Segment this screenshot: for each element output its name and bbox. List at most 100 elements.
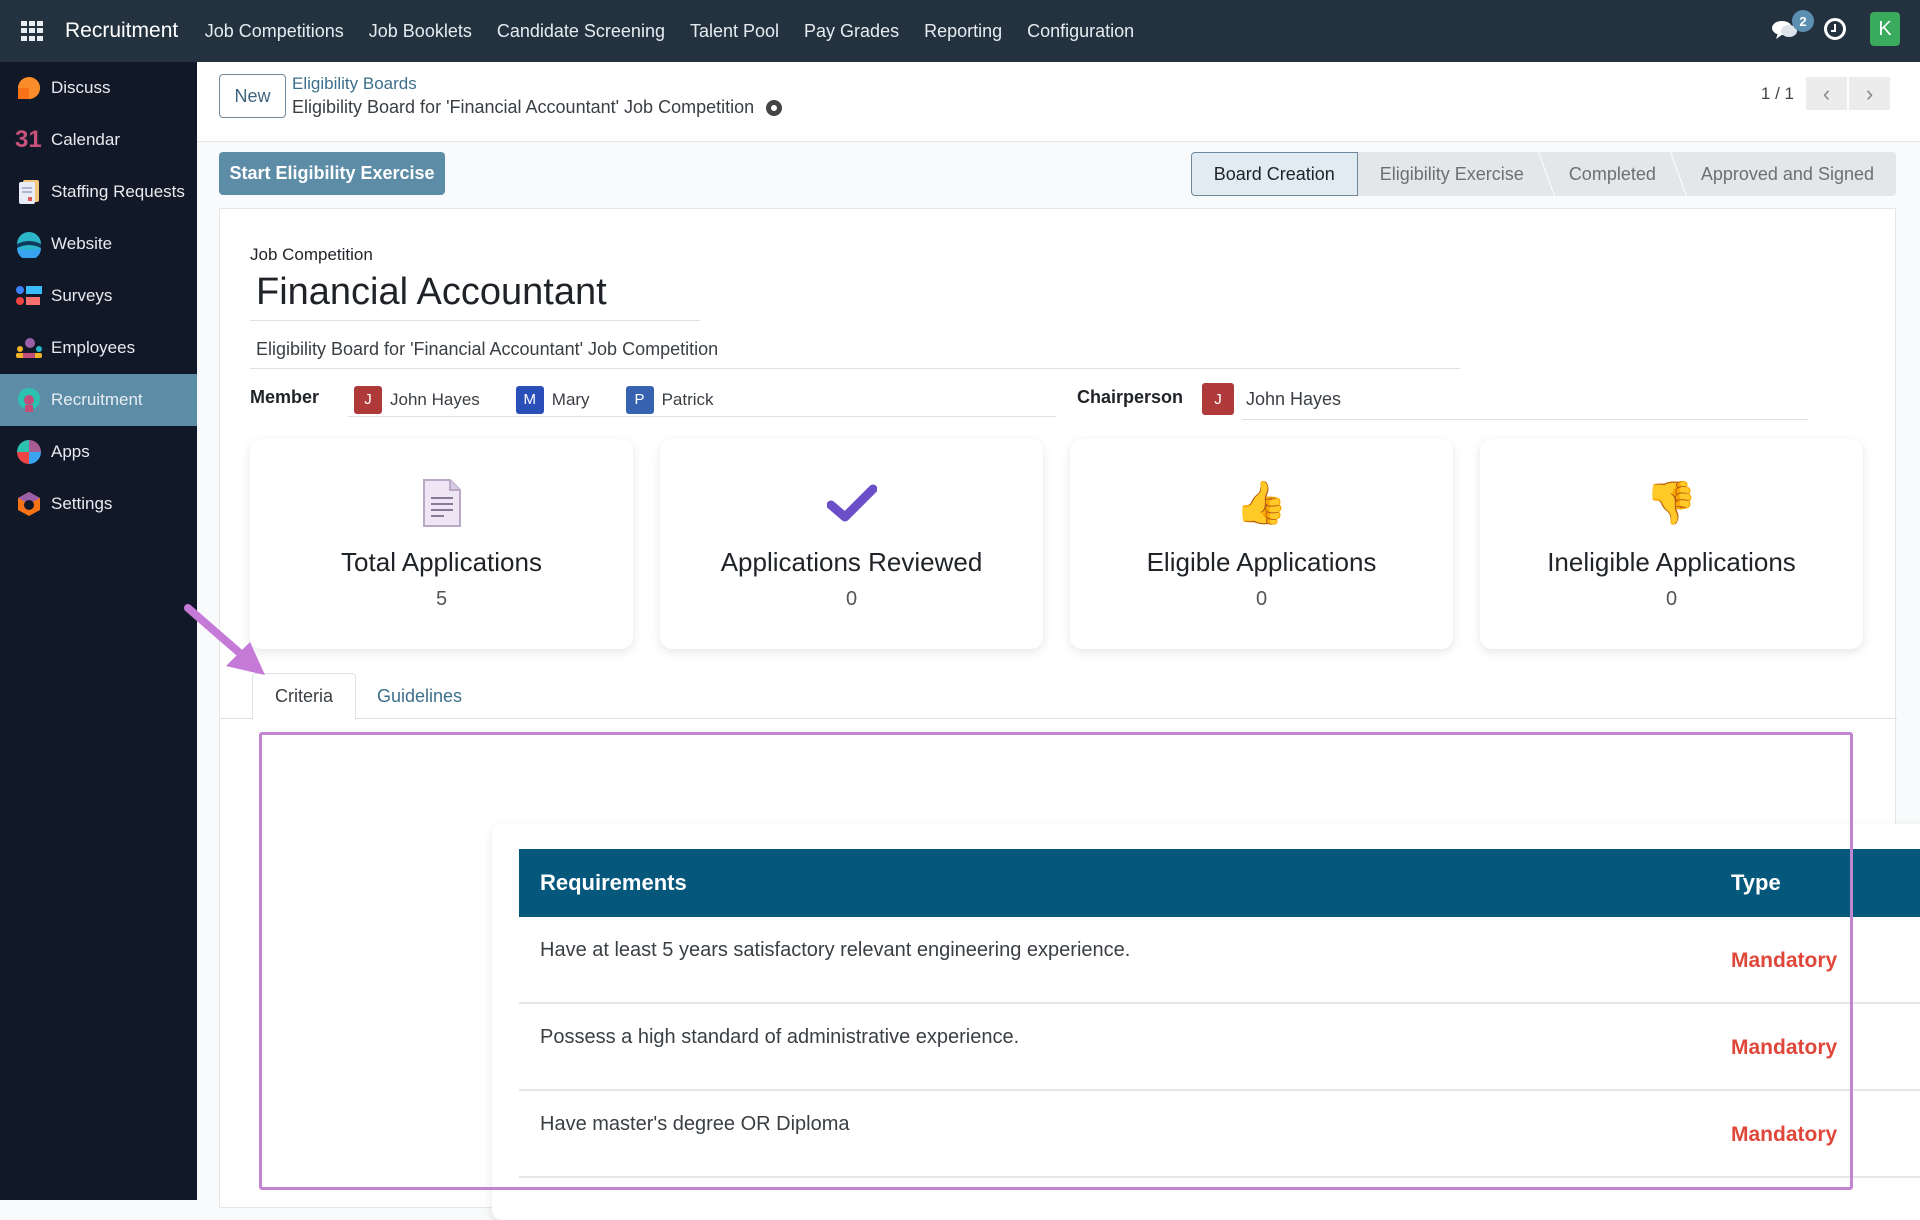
stat-value: 0 — [1255, 588, 1268, 610]
avatar: J — [1202, 383, 1234, 415]
thumbs-up-icon: 👍 — [1235, 478, 1288, 526]
nav-job-competitions[interactable]: Job Competitions — [205, 21, 344, 42]
settings-icon — [18, 492, 40, 516]
thumbs-down-icon: 👎 — [1645, 478, 1698, 526]
breadcrumb-current: Eligibility Board for 'Financial Account… — [292, 97, 783, 118]
table-row[interactable]: Have master's degree OR Diploma Mandator… — [519, 1091, 1920, 1178]
discuss-icon — [18, 77, 40, 99]
requirement-cell: Have at least 5 years satisfactory relev… — [540, 939, 1131, 961]
stat-label: Total Applications — [341, 547, 542, 577]
stat-card-ineligible[interactable]: 👎 Ineligible Applications 0 — [1480, 439, 1863, 649]
chairperson-field[interactable]: J John Hayes — [1202, 383, 1341, 415]
requirement-cell: Have master's degree OR Diploma — [540, 1113, 850, 1135]
stat-card-eligible[interactable]: 👍 Eligible Applications 0 — [1070, 439, 1453, 649]
sidebar-item-label: Staffing Requests — [51, 182, 185, 201]
column-header-type: Type — [1731, 870, 1781, 895]
activity-clock-icon[interactable] — [1824, 18, 1846, 40]
stat-value: 5 — [435, 588, 448, 610]
description-field[interactable]: Eligibility Board for 'Financial Account… — [250, 339, 1460, 369]
requirement-cell: Possess a high standard of administrativ… — [540, 1026, 1020, 1048]
type-cell: Mandatory — [1731, 1036, 1838, 1059]
nav-reporting[interactable]: Reporting — [924, 21, 1002, 42]
sidebar-item-label: Apps — [51, 442, 90, 461]
apps-icon — [17, 440, 41, 464]
document-icon — [416, 477, 468, 529]
avatar: M — [515, 385, 544, 414]
sidebar-item-label: Surveys — [51, 286, 113, 305]
job-competition-field[interactable]: Financial Accountant — [250, 271, 700, 321]
stat-label: Ineligible Applications — [1547, 547, 1796, 577]
sidebar-item-discuss[interactable]: Discuss — [0, 62, 197, 114]
pager-value[interactable]: 1 / 1 — [1761, 84, 1794, 104]
member-name: John Hayes — [390, 389, 480, 409]
breadcrumb-parent[interactable]: Eligibility Boards — [292, 74, 417, 94]
sidebar-item-staffing-requests[interactable]: Staffing Requests — [0, 166, 197, 218]
sidebar-item-label: Discuss — [51, 78, 111, 97]
member-tag[interactable]: M Mary — [515, 383, 590, 416]
stage-approved-and-signed[interactable]: Approved and Signed — [1679, 152, 1896, 196]
stage-board-creation[interactable]: Board Creation — [1190, 152, 1358, 196]
sidebar-item-apps[interactable]: Apps — [0, 426, 197, 478]
app-menu-icon[interactable] — [21, 21, 45, 41]
sidebar-item-label: Website — [51, 234, 113, 253]
calendar-icon: 31 — [15, 126, 42, 153]
tab-criteria[interactable]: Criteria — [252, 673, 357, 720]
nav-talent-pool[interactable]: Talent Pool — [690, 21, 779, 42]
surveys-icon — [16, 286, 42, 305]
chairperson-name: John Hayes — [1246, 388, 1342, 409]
member-tag[interactable]: J John Hayes — [354, 383, 480, 416]
pager-next-button[interactable]: › — [1849, 77, 1890, 110]
sidebar-item-label: Recruitment — [51, 390, 143, 409]
pager: 1 / 1 ‹ › — [1761, 77, 1890, 110]
recruitment-icon — [18, 388, 40, 412]
nav-configuration[interactable]: Configuration — [1027, 21, 1134, 42]
stat-card-total[interactable]: Total Applications 5 — [250, 439, 633, 649]
messages-count-badge: 2 — [1792, 10, 1814, 32]
sidebar-item-calendar[interactable]: 31 Calendar — [0, 114, 197, 166]
gear-icon[interactable] — [766, 99, 783, 116]
stage-completed[interactable]: Completed — [1547, 152, 1678, 196]
sidebar-item-label: Calendar — [51, 130, 120, 149]
tab-guidelines[interactable]: Guidelines — [355, 673, 484, 720]
member-name: Mary — [551, 389, 590, 409]
control-panel: New Eligibility Boards Eligibility Board… — [197, 62, 1920, 142]
nav-candidate-screening[interactable]: Candidate Screening — [497, 21, 665, 42]
employees-icon — [16, 338, 42, 358]
sidebar-item-employees[interactable]: Employees — [0, 322, 197, 374]
avatar: P — [625, 385, 654, 414]
pager-prev-button[interactable]: ‹ — [1806, 77, 1847, 110]
breadcrumb-current-label: Eligibility Board for 'Financial Account… — [292, 97, 755, 117]
sidebar-item-label: Settings — [51, 494, 113, 513]
sidebar: Discuss 31 Calendar Staffing Requests We… — [0, 62, 197, 1200]
sidebar-item-surveys[interactable]: Surveys — [0, 270, 197, 322]
chevron-right-icon: › — [1865, 80, 1874, 106]
app-brand[interactable]: Recruitment — [65, 19, 178, 43]
stat-label: Eligible Applications — [1146, 547, 1377, 577]
criteria-table-header: Requirements Type — [519, 849, 1920, 917]
sidebar-item-settings[interactable]: Settings — [0, 478, 197, 530]
avatar: J — [354, 385, 382, 414]
user-avatar[interactable]: K — [1870, 12, 1900, 46]
nav-pay-grades[interactable]: Pay Grades — [804, 21, 899, 42]
stat-card-reviewed[interactable]: Applications Reviewed 0 — [660, 439, 1043, 649]
stats-row: Total Applications 5 Applications Review… — [250, 439, 1863, 649]
job-competition-label: Job Competition — [250, 245, 373, 264]
member-name: Patrick — [661, 389, 714, 409]
start-eligibility-exercise-button[interactable]: Start Eligibility Exercise — [219, 152, 445, 195]
members-field[interactable]: J John Hayes M Mary P Patrick — [348, 383, 1056, 417]
chevron-left-icon: ‹ — [1822, 80, 1831, 106]
member-label: Member — [250, 387, 320, 407]
member-tag[interactable]: P Patrick — [625, 383, 714, 416]
criteria-table: Requirements Type Have at least 5 years … — [519, 849, 1920, 1178]
new-button[interactable]: New — [219, 74, 286, 118]
sidebar-item-website[interactable]: Website — [0, 218, 197, 270]
table-row[interactable]: Have at least 5 years satisfactory relev… — [519, 917, 1920, 1004]
chairperson-underline — [1242, 419, 1808, 420]
stat-value: 0 — [1665, 588, 1678, 610]
table-row[interactable]: Possess a high standard of administrativ… — [519, 1004, 1920, 1091]
nav-job-booklets[interactable]: Job Booklets — [369, 21, 472, 42]
messages-button[interactable]: 2 — [1770, 10, 1814, 44]
sidebar-item-recruitment[interactable]: Recruitment — [0, 374, 197, 426]
stage-eligibility-exercise[interactable]: Eligibility Exercise — [1358, 152, 1546, 196]
top-navbar: Recruitment Job Competitions Job Booklet… — [0, 0, 1920, 62]
